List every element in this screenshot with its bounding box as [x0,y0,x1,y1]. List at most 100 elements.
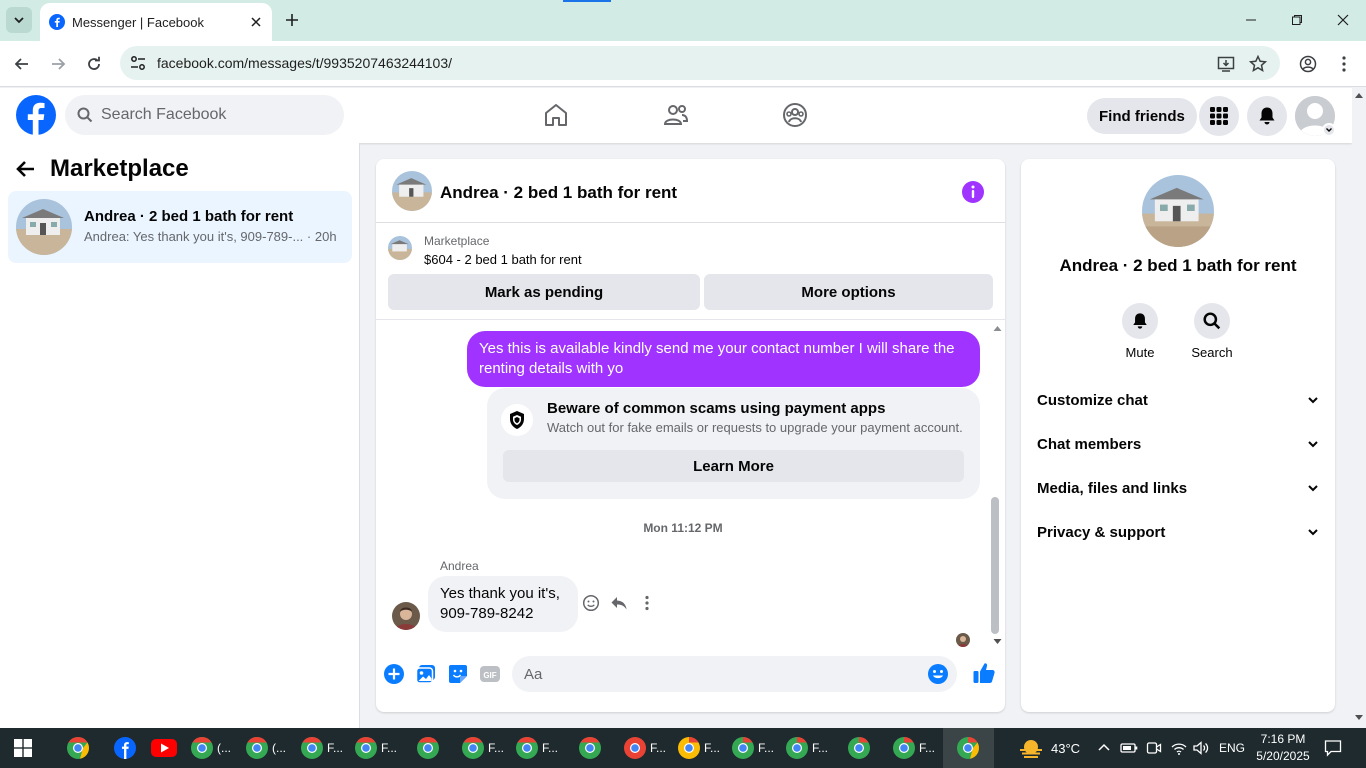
mute-label: Mute [1125,345,1155,360]
input-language[interactable]: ENG [1219,728,1245,768]
taskbar-chrome-11[interactable]: F... [677,732,720,764]
notification-center[interactable] [1324,728,1342,768]
taskbar-chrome-4[interactable]: F... [300,732,343,764]
sender-avatar[interactable] [392,602,420,630]
taskbar-chrome-15[interactable]: F... [892,732,935,764]
sidebar-title: Marketplace [50,155,189,182]
message-input[interactable] [524,665,904,683]
browser-tab-messenger[interactable]: Messenger | Facebook [40,3,272,41]
tab-search-button[interactable] [6,7,32,33]
volume-tray[interactable] [1192,728,1210,768]
profile-button[interactable] [1294,50,1322,78]
weather-temp: 43°C [1051,740,1081,756]
media-files-links-section[interactable]: Media, files and links [1029,466,1327,510]
find-friends-button[interactable]: Find friends [1087,98,1197,134]
chat-thumbnail[interactable] [392,171,432,211]
gif-button[interactable]: GIF [479,663,501,685]
browser-menu-button[interactable] [1330,50,1358,78]
facebook-search-input[interactable] [101,106,321,124]
nav-friends[interactable] [661,100,691,130]
chrome-icon [301,737,323,759]
start-button[interactable] [13,732,33,764]
mute-button[interactable]: Mute [1110,303,1170,360]
chrome-icon [579,737,601,759]
info-icon[interactable] [962,181,984,203]
add-attachment-icon[interactable] [383,663,405,685]
page-scrollbar[interactable] [1352,88,1366,728]
chat-members-section[interactable]: Chat members [1029,422,1327,466]
mark-as-pending-button[interactable]: Mark as pending [388,274,700,310]
taskbar-chrome-2[interactable]: (... [190,732,231,764]
taskbar-chrome-14[interactable] [847,732,871,764]
taskbar-chrome-7[interactable]: F... [461,732,504,764]
taskbar-chrome-1[interactable] [66,732,90,764]
learn-more-button[interactable]: Learn More [503,450,964,482]
taskbar-youtube[interactable] [151,732,177,764]
customize-chat-section[interactable]: Customize chat [1029,378,1327,422]
new-tab-button[interactable] [280,8,304,32]
meet-now-tray[interactable] [1146,728,1162,768]
restore-button[interactable] [1274,0,1320,40]
taskbar-item-label: F... [650,741,667,755]
forward-button[interactable] [44,50,72,78]
facebook-logo-icon[interactable] [16,95,56,135]
nav-home[interactable] [541,100,571,130]
scrollbar-thumb[interactable] [991,497,999,634]
more-icon[interactable] [638,594,656,612]
notifications-button[interactable] [1247,96,1287,136]
taskbar-chrome-12[interactable]: F... [731,732,774,764]
chrome-icon [893,737,915,759]
incoming-message[interactable]: Yes thank you it's, 909-789-8242 [428,576,578,632]
chrome-icon [732,737,754,759]
nav-groups[interactable] [780,100,810,130]
sticker-icon[interactable] [447,663,469,685]
search-conversation-button[interactable]: Search [1182,303,1242,360]
taskbar-chrome-10[interactable]: F... [623,732,666,764]
taskbar-chrome-5[interactable]: F... [354,732,397,764]
battery-tray[interactable] [1120,728,1138,768]
taskbar-chrome-9[interactable] [578,732,602,764]
install-app-button[interactable] [1212,50,1240,78]
react-emoji-icon[interactable] [582,594,600,612]
account-menu-chevron[interactable] [1322,123,1336,137]
chevron-down-icon [1326,128,1332,132]
message-input-box[interactable] [512,656,957,692]
bookmark-button[interactable] [1244,50,1272,78]
taskbar-chrome-3[interactable]: (... [245,732,286,764]
taskbar-chrome-6[interactable] [416,732,440,764]
message-list[interactable]: Yes this is available kindly send me you… [376,319,1005,651]
taskbar-chrome-8[interactable]: F... [515,732,558,764]
minimize-button[interactable] [1228,0,1274,40]
back-button[interactable] [8,50,36,78]
taskbar-chrome-13[interactable]: F... [785,732,828,764]
back-arrow-icon[interactable] [16,159,36,179]
home-icon [545,104,567,126]
address-bar[interactable]: facebook.com/messages/t/9935207463244103… [120,46,1280,80]
system-clock[interactable]: 7:16 PM 5/20/2025 [1253,731,1313,765]
photo-icon[interactable] [415,663,437,685]
weather-widget[interactable]: 43°C [1018,728,1080,768]
menu-button[interactable] [1199,96,1239,136]
chat-title[interactable]: Andrea · 2 bed 1 bath for rent [440,183,677,203]
weather-haze-icon [1020,740,1042,758]
taskbar-facebook[interactable] [114,732,136,764]
network-tray[interactable] [1170,728,1188,768]
conversation-info-panel: Andrea · 2 bed 1 bath for rent Mute Sear… [1021,159,1335,712]
reply-icon[interactable] [610,594,628,612]
reload-button[interactable] [80,50,108,78]
speaker-icon [1193,741,1209,755]
outgoing-message[interactable]: Yes this is available kindly send me you… [467,331,980,387]
conversation-item[interactable]: Andrea · 2 bed 1 bath for rent Andrea: Y… [8,191,352,263]
emoji-icon[interactable] [927,663,949,685]
more-options-button[interactable]: More options [704,274,993,310]
show-hidden-icons[interactable] [1097,728,1111,768]
thumbs-up-icon[interactable] [972,661,996,685]
taskbar-chrome-active[interactable] [956,732,980,764]
privacy-support-section[interactable]: Privacy & support [1029,510,1327,554]
tab-close-icon[interactable] [245,11,267,33]
close-window-button[interactable] [1320,0,1366,40]
section-label: Customize chat [1037,391,1148,409]
listing-title[interactable]: $604 - 2 bed 1 bath for rent [424,252,582,267]
facebook-search-bar[interactable] [65,95,344,135]
plus-icon [286,14,298,26]
